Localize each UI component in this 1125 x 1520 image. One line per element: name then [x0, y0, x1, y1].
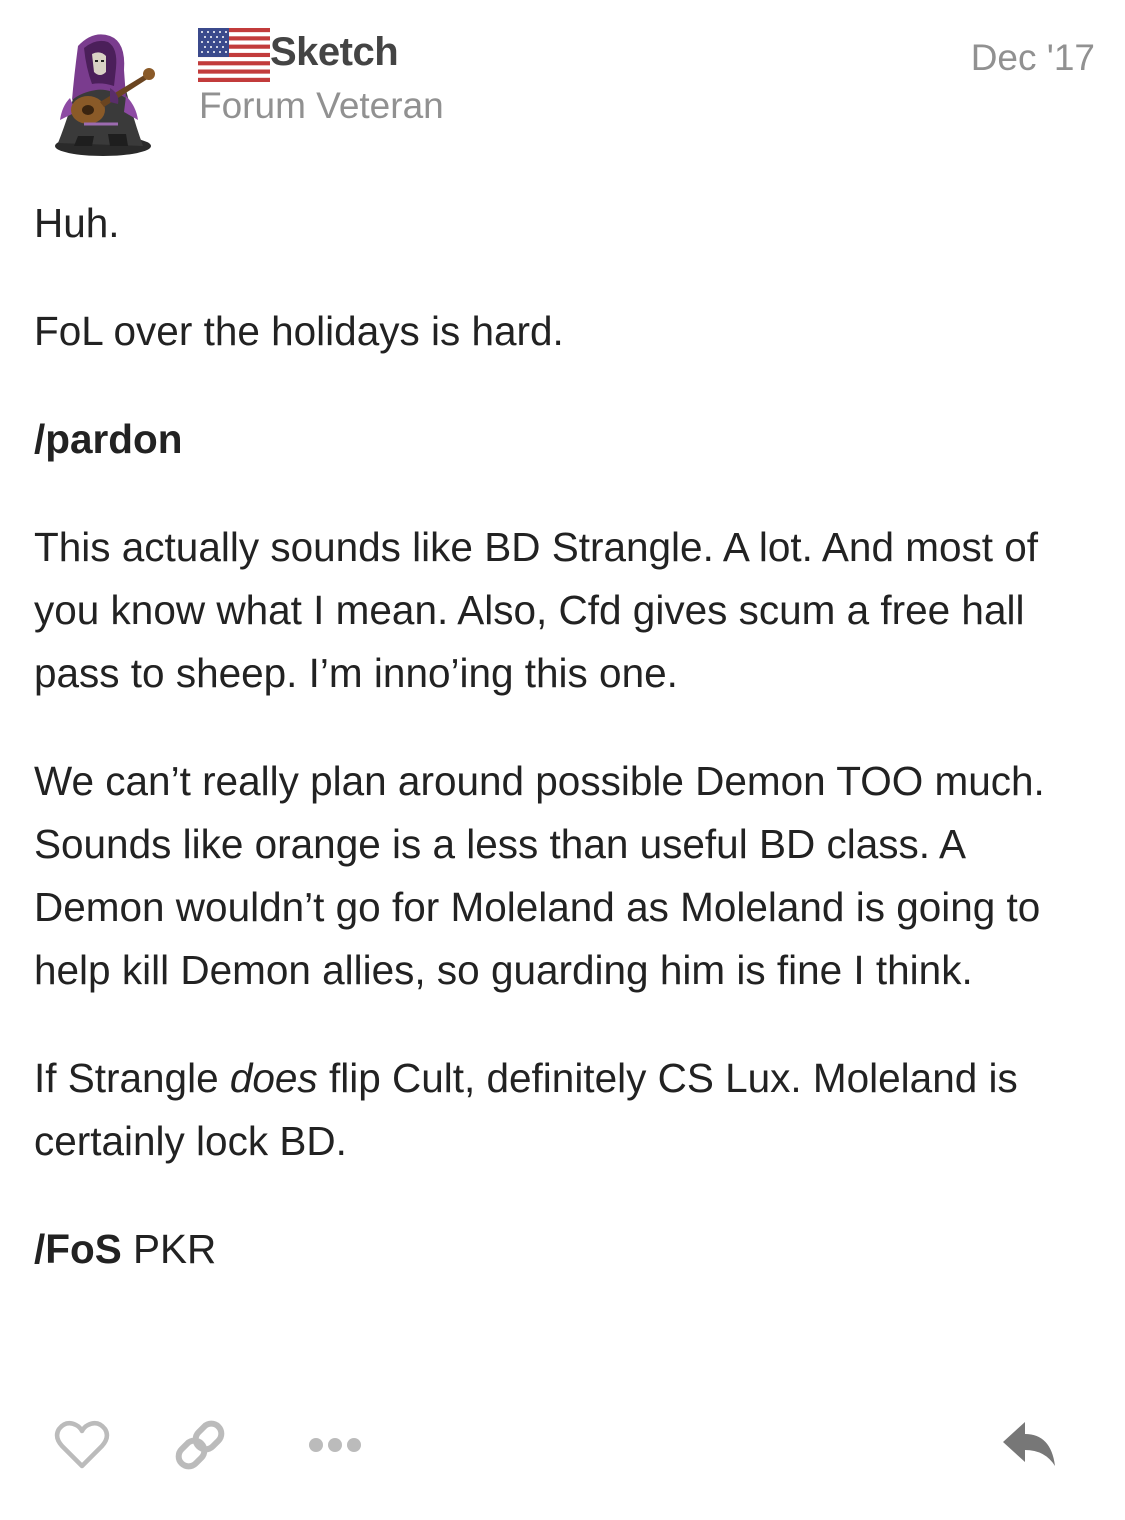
- post-paragraph: This actually sounds like BD Strangle. A…: [34, 524, 1039, 696]
- post-paragraph: Huh.: [34, 200, 120, 246]
- username-link[interactable]: Sketch: [270, 30, 399, 74]
- user-title: Forum Veteran: [199, 85, 444, 126]
- post-date[interactable]: Dec '17: [971, 36, 1095, 80]
- post-body: Huh. FoL over the holidays is hard. /par…: [34, 192, 1099, 1326]
- post-paragraph: If Strangle does flip Cult, definitely C…: [34, 1047, 1099, 1173]
- avatar-image: [55, 34, 155, 156]
- forum-post: Sketch Forum Veteran Dec '17 Huh. FoL ov…: [0, 0, 1125, 1520]
- ellipsis-icon: [309, 1438, 361, 1452]
- share-link-button[interactable]: [165, 1410, 235, 1480]
- post-paragraph: We can’t really plan around possible Dem…: [34, 758, 1045, 993]
- heart-icon: [54, 1420, 110, 1469]
- more-options-button[interactable]: [300, 1410, 370, 1480]
- link-icon: [175, 1420, 225, 1470]
- post-paragraph: /pardon: [34, 408, 1099, 471]
- reply-icon: [1003, 1422, 1055, 1466]
- post-actions-bar: [0, 1410, 1125, 1480]
- bold-command: /FoS: [34, 1226, 122, 1272]
- post-paragraph: FoL over the holidays is hard.: [34, 308, 564, 354]
- italic-text: does: [229, 1055, 318, 1101]
- text-span: If Strangle: [34, 1055, 230, 1101]
- user-avatar[interactable]: [48, 28, 168, 163]
- reply-button[interactable]: [994, 1410, 1064, 1480]
- text-span: PKR: [121, 1226, 217, 1272]
- post-paragraph: /FoS PKR: [34, 1218, 1099, 1281]
- us-flag-icon: [198, 28, 270, 82]
- bold-command: /pardon: [34, 416, 183, 462]
- like-button[interactable]: [47, 1410, 117, 1480]
